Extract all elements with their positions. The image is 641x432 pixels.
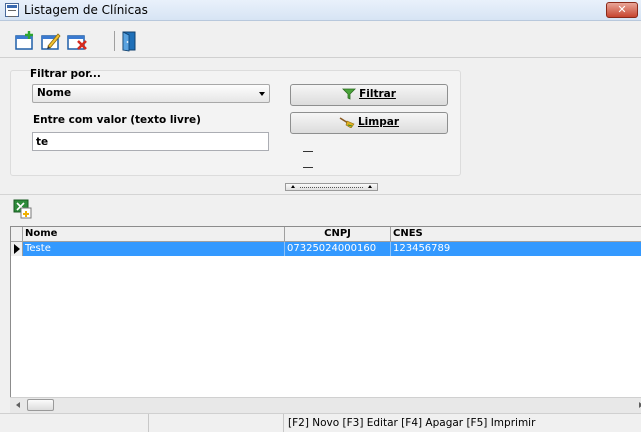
app-window-icon [5,3,19,17]
status-dash [303,151,313,152]
shortcut-hints: [F2] Novo [F3] Editar [F4] Apagar [F5] I… [288,417,536,429]
delete-icon [67,35,87,50]
toolbar-separator [114,31,115,51]
cell-nome: Teste [23,242,285,256]
filter-group-label: Filtrar por... [30,68,101,80]
scroll-left-icon[interactable] [16,402,20,408]
new-button[interactable] [14,30,36,52]
scrollbar-thumb[interactable] [27,399,54,411]
title-bar: Listagem de Clínicas ✕ [0,0,641,21]
edit-icon [41,33,61,50]
grip-icon [300,187,363,188]
toolbar [0,22,641,58]
divider [0,194,641,195]
chevron-down-icon [259,92,265,96]
filter-button[interactable]: Filtrar [290,84,448,106]
column-header-nome[interactable]: Nome [23,227,285,241]
excel-export-icon [13,199,32,219]
clear-button-label: Limpar [357,116,399,128]
status-divider [148,414,149,432]
status-divider [283,414,284,432]
exit-button[interactable] [118,30,140,52]
column-header-cnpj[interactable]: CNPJ [285,227,391,241]
funnel-icon [342,88,357,100]
new-document-icon [15,31,33,50]
filter-field-value: Nome [37,87,72,99]
close-button[interactable]: ✕ [606,2,638,18]
collapse-arrow-icon [368,185,372,188]
clear-button[interactable]: Limpar [290,112,448,134]
table-row[interactable]: Teste 07325024000160 123456789 [23,242,641,256]
exit-door-icon [122,31,136,52]
row-indicator [11,242,23,256]
filter-value-input[interactable] [32,132,269,151]
filter-button-label: Filtrar [359,88,396,100]
export-excel-button[interactable] [12,198,36,220]
cell-cnes: 123456789 [393,243,451,254]
window-title: Listagem de Clínicas [24,3,148,17]
collapse-arrow-icon [291,185,295,188]
value-label: Entre com valor (texto livre) [33,114,201,126]
filter-field-select[interactable]: Nome [32,84,270,103]
status-bar: [F2] Novo [F3] Editar [F4] Apagar [F5] I… [0,413,641,432]
column-header-cnes[interactable]: CNES [391,227,641,241]
current-row-arrow-icon [14,244,20,254]
broom-icon [339,117,355,129]
status-dash [303,167,313,168]
delete-button[interactable] [66,30,88,52]
horizontal-scrollbar[interactable] [10,397,641,413]
edit-button[interactable] [40,30,62,52]
clinics-table[interactable]: Nome CNPJ CNES Teste 07325024000160 1234… [10,226,641,413]
table-header: Nome CNPJ CNES [11,227,641,242]
panel-splitter[interactable] [285,183,378,191]
header-indicator [11,227,23,241]
cell-cnpj: 07325024000160 [285,242,391,256]
